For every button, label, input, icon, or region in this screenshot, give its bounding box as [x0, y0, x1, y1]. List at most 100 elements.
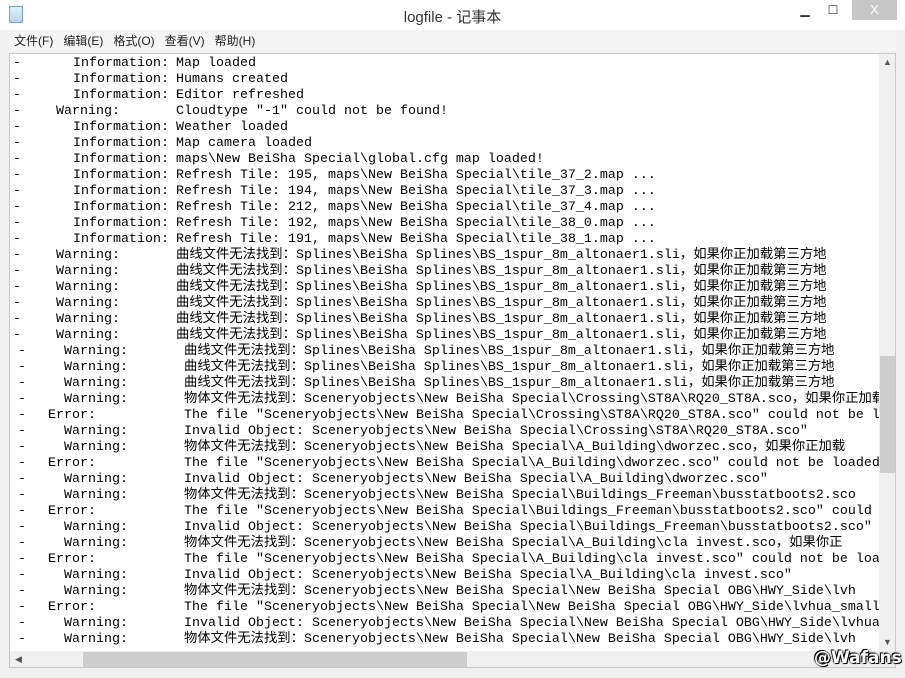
- log-line: - Warning: Invalid Object: Sceneryobjects\…: [10, 568, 880, 584]
- log-message: Invalid Object: Sceneryobjects\New BeiSh…: [184, 520, 872, 535]
- log-message: Refresh Tile: 191, maps\New BeiSha Speci…: [176, 232, 656, 247]
- log-dash: -: [13, 104, 21, 119]
- log-level: Information:: [73, 232, 169, 247]
- log-line: - Information: maps\New BeiSha Special\glo…: [10, 152, 880, 168]
- log-dash: -: [18, 344, 26, 359]
- log-level: Information:: [73, 200, 169, 215]
- log-line: - Information: Weather loaded: [10, 120, 880, 136]
- log-line: - Error: The file "Sceneryobjects\New BeiS…: [10, 600, 880, 616]
- log-level: Information:: [73, 136, 169, 151]
- menu-view[interactable]: 查看(V): [160, 31, 210, 51]
- maximize-button[interactable]: ☐: [819, 0, 847, 20]
- vertical-scrollbar[interactable]: ▲ ▼: [879, 54, 895, 651]
- log-message: The file "Sceneryobjects\New BeiSha Spec…: [184, 408, 880, 423]
- log-level: Warning:: [64, 376, 128, 391]
- minimize-button[interactable]: ▁: [791, 0, 819, 20]
- log-level: Warning:: [64, 472, 128, 487]
- log-line: - Warning: 曲线文件无法找到：Splines\BeiSha Splines…: [10, 280, 880, 296]
- log-level: Warning:: [64, 520, 128, 535]
- log-level: Information:: [73, 72, 169, 87]
- log-message: 曲线文件无法找到：Splines\BeiSha Splines\BS_1spur…: [176, 296, 827, 311]
- log-line: - Warning: 曲线文件无法找到：Splines\BeiSha Splines…: [10, 264, 880, 280]
- log-level: Warning:: [64, 392, 128, 407]
- menu-help[interactable]: 帮助(H): [210, 31, 261, 51]
- log-line: - Warning: 曲线文件无法找到：Splines\BeiSha Splines…: [10, 312, 880, 328]
- log-line: - Warning: 物体文件无法找到：Sceneryobjects\New Bei…: [10, 392, 880, 408]
- log-level: Error:: [48, 600, 96, 615]
- log-line: - Warning: 物体文件无法找到：Sceneryobjects\New Bei…: [10, 488, 880, 504]
- log-message: 物体文件无法找到：Sceneryobjects\New BeiSha Speci…: [184, 488, 856, 503]
- log-dash: -: [18, 504, 26, 519]
- log-line: - Information: Refresh Tile: 212, maps\New…: [10, 200, 880, 216]
- log-dash: -: [18, 632, 26, 647]
- log-dash: -: [13, 296, 21, 311]
- log-message: Weather loaded: [176, 120, 288, 135]
- log-level: Information:: [73, 216, 169, 231]
- log-message: 物体文件无法找到：Sceneryobjects\New BeiSha Speci…: [184, 584, 856, 599]
- log-dash: -: [18, 616, 26, 631]
- log-message: The file "Sceneryobjects\New BeiSha Spec…: [184, 552, 880, 567]
- log-line: - Error: The file "Sceneryobjects\New BeiS…: [10, 408, 880, 424]
- scroll-left-icon[interactable]: ◀: [10, 651, 27, 667]
- close-button[interactable]: X: [852, 0, 897, 20]
- log-level: Warning:: [64, 616, 128, 631]
- log-message: 物体文件无法找到：Sceneryobjects\New BeiSha Speci…: [184, 632, 856, 647]
- log-dash: -: [18, 456, 26, 471]
- log-level: Information:: [73, 120, 169, 135]
- log-message: Invalid Object: Sceneryobjects\New BeiSh…: [184, 424, 808, 439]
- scroll-up-icon[interactable]: ▲: [879, 54, 895, 71]
- log-level: Warning:: [64, 424, 128, 439]
- log-level: Warning:: [56, 312, 120, 327]
- log-message: Refresh Tile: 195, maps\New BeiSha Speci…: [176, 168, 656, 183]
- log-dash: -: [13, 248, 21, 263]
- log-line: - Warning: Invalid Object: Sceneryobjects\…: [10, 520, 880, 536]
- log-dash: -: [18, 584, 26, 599]
- log-level: Error:: [48, 552, 96, 567]
- log-dash: -: [13, 312, 21, 327]
- log-line: - Error: The file "Sceneryobjects\New BeiS…: [10, 504, 880, 520]
- log-dash: -: [18, 600, 26, 615]
- menu-format[interactable]: 格式(O): [108, 31, 159, 51]
- log-message: Refresh Tile: 212, maps\New BeiSha Speci…: [176, 200, 656, 215]
- log-dash: -: [13, 56, 21, 71]
- log-line: - Information: Map loaded: [10, 56, 880, 72]
- menu-edit[interactable]: 编辑(E): [58, 31, 108, 51]
- log-line: - Warning: 物体文件无法找到：Sceneryobjects\New Bei…: [10, 440, 880, 456]
- log-message: Map loaded: [176, 56, 256, 71]
- log-dash: -: [18, 552, 26, 567]
- horizontal-scroll-thumb[interactable]: [83, 652, 467, 667]
- log-dash: -: [13, 136, 21, 151]
- text-editor[interactable]: - Information: Map loaded - Information: Huma…: [9, 53, 896, 668]
- log-level: Information:: [73, 56, 169, 71]
- log-message: 曲线文件无法找到：Splines\BeiSha Splines\BS_1spur…: [184, 376, 835, 391]
- log-line: - Warning: 曲线文件无法找到：Splines\BeiSha Splines…: [10, 248, 880, 264]
- log-message: 曲线文件无法找到：Splines\BeiSha Splines\BS_1spur…: [176, 312, 827, 327]
- log-dash: -: [13, 264, 21, 279]
- log-line: - Warning: 曲线文件无法找到：Splines\BeiSha Splines…: [10, 344, 880, 360]
- log-dash: -: [18, 392, 26, 407]
- log-message: The file "Sceneryobjects\New BeiSha Spec…: [184, 456, 880, 471]
- log-level: Warning:: [56, 248, 120, 263]
- vertical-scroll-thumb[interactable]: [880, 356, 895, 473]
- log-level: Information:: [73, 88, 169, 103]
- log-level: Warning:: [64, 344, 128, 359]
- log-level: Error:: [48, 408, 96, 423]
- horizontal-scrollbar[interactable]: ◀: [10, 651, 879, 667]
- menu-file[interactable]: 文件(F): [9, 31, 58, 51]
- log-dash: -: [13, 280, 21, 295]
- watermark: @Wafans: [814, 648, 902, 668]
- log-dash: -: [18, 408, 26, 423]
- log-message: 曲线文件无法找到：Splines\BeiSha Splines\BS_1spur…: [176, 328, 827, 343]
- log-dash: -: [13, 152, 21, 167]
- log-level: Warning:: [64, 568, 128, 583]
- menu-bar: 文件(F) 编辑(E) 格式(O) 查看(V) 帮助(H): [9, 31, 896, 51]
- window-title: logfile - 记事本: [403, 9, 502, 26]
- log-line: - Warning: 曲线文件无法找到：Splines\BeiSha Splines…: [10, 328, 880, 344]
- log-text[interactable]: - Information: Map loaded - Information: Huma…: [10, 56, 880, 652]
- log-line: - Information: Humans created: [10, 72, 880, 88]
- log-dash: -: [13, 120, 21, 135]
- log-message: 曲线文件无法找到：Splines\BeiSha Splines\BS_1spur…: [176, 280, 827, 295]
- log-level: Warning:: [64, 360, 128, 375]
- log-dash: -: [13, 184, 21, 199]
- log-line: - Error: The file "Sceneryobjects\New BeiS…: [10, 456, 880, 472]
